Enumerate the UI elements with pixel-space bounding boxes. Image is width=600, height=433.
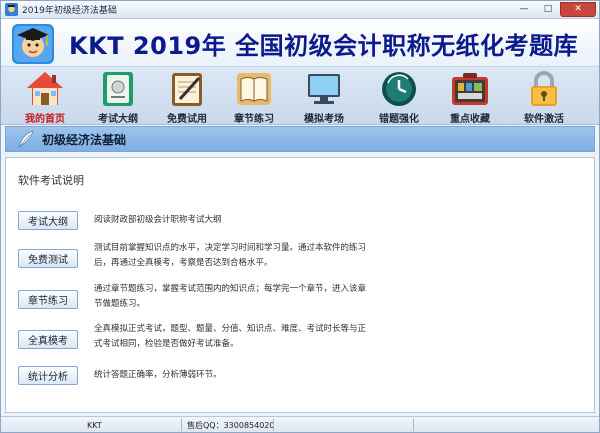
status-divider — [413, 419, 414, 431]
minimize-button[interactable]: — — [512, 2, 536, 17]
toolbar-label: 模拟考场 — [304, 114, 344, 125]
maximize-button[interactable]: □ — [536, 2, 560, 17]
exam-outline-button[interactable]: 考试大纲 — [18, 211, 78, 230]
toolbox-icon — [452, 73, 488, 105]
window-controls: — □ ✕ — [512, 1, 596, 18]
app-banner: KKT 2019年 全国初级会计职称无纸化考题库 — [1, 19, 599, 67]
toolbar-label: 考试大纲 — [98, 114, 138, 125]
free-test-button[interactable]: 免费测试 — [18, 249, 78, 268]
monitor-icon — [308, 74, 340, 104]
main-toolbar: 我的首页 考试大纲 免费试用 章节练习 模拟考场 错题强化 重点收藏 软件激活 — [1, 67, 599, 125]
content-panel: 软件考试说明 考试大纲 阅读财政部初级会计职称考试大纲 免费测试 测试目前掌握知… — [5, 157, 595, 413]
toolbar-item-home[interactable]: 我的首页 — [10, 69, 80, 125]
notebook-pen-icon — [172, 73, 202, 106]
toolbar-item-favorites[interactable]: 重点收藏 — [435, 69, 505, 125]
app-window: 2019年初级经济法基础 — □ ✕ KKT 2019年 全国初级会计职称无纸化… — [0, 0, 600, 433]
close-button[interactable]: ✕ — [560, 1, 596, 17]
house-icon — [27, 72, 63, 105]
toolbar-item-mock-exam[interactable]: 模拟考场 — [289, 69, 359, 125]
toolbar-item-free-trial[interactable]: 免费试用 — [152, 69, 222, 125]
toolbar-item-wrong-questions[interactable]: 错题强化 — [364, 69, 434, 125]
chapter-practice-button[interactable]: 章节练习 — [18, 290, 78, 309]
outline-book-icon — [103, 72, 133, 106]
toolbar-label: 软件激活 — [524, 114, 564, 125]
toolbar-label: 免费试用 — [167, 114, 207, 125]
toolbar-label: 错题强化 — [379, 114, 419, 125]
row-description: 通过章节题练习，掌握考试范围内的知识点；每学完一个章节，进入该章节做题练习。 — [94, 284, 367, 309]
toolbar-label: 重点收藏 — [450, 114, 490, 125]
row-description: 测试目前掌握知识点的水平，决定学习时间和学习量。通过本软件的练习后，再通过全真模… — [94, 243, 367, 268]
graduate-mascot-icon — [12, 24, 54, 64]
toolbar-item-outline[interactable]: 考试大纲 — [83, 69, 153, 125]
status-bar: KKT 售后QQ：3300854020 — [1, 416, 599, 432]
clock-arrow-icon — [382, 72, 416, 106]
open-book-icon — [237, 73, 271, 105]
row-description: 阅读财政部初级会计职称考试大纲 — [94, 215, 222, 225]
toolbar-item-chapter-practice[interactable]: 章节练习 — [219, 69, 289, 125]
row-description: 统计答题正确率，分析薄弱环节。 — [94, 370, 222, 380]
section-title: 初级经济法基础 — [42, 132, 127, 147]
title-bar: 2019年初级经济法基础 — □ ✕ — [1, 1, 599, 19]
padlock-icon — [531, 71, 557, 106]
toolbar-label: 我的首页 — [25, 114, 65, 125]
status-support-qq: 售后QQ：3300854020 — [187, 420, 275, 430]
banner-title: KKT 2019年 全国初级会计职称无纸化考题库 — [69, 32, 579, 60]
section-header: 初级经济法基础 — [5, 126, 595, 152]
toolbar-label: 章节练习 — [234, 114, 274, 125]
toolbar-item-activate[interactable]: 软件激活 — [509, 69, 579, 125]
content-title: 软件考试说明 — [18, 174, 84, 187]
statistics-button[interactable]: 统计分析 — [18, 366, 78, 385]
app-logo-icon — [5, 3, 18, 16]
status-brand: KKT — [87, 420, 102, 430]
window-title: 2019年初级经济法基础 — [22, 6, 117, 16]
status-divider — [181, 419, 182, 431]
full-mock-exam-button[interactable]: 全真模考 — [18, 330, 78, 349]
feather-pen-icon — [18, 130, 34, 149]
status-divider — [273, 419, 274, 431]
row-description: 全真模拟正式考试，题型、题量、分值、知识点、难度、考试时长等与正式考试相同，检验… — [94, 324, 367, 349]
